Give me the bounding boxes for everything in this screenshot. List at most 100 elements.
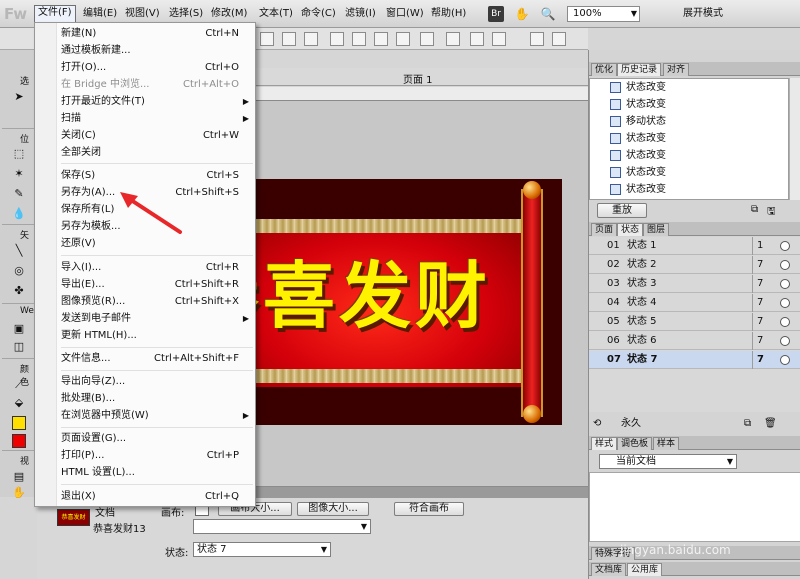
distribute-icon[interactable]	[492, 32, 506, 46]
menu-item-import[interactable]: 导入(I)... Ctrl+R	[57, 259, 255, 276]
page-selector[interactable]: 页面 1	[403, 71, 433, 86]
join-icon[interactable]	[330, 32, 344, 46]
menu-item-export-wizard[interactable]: 导出向导(Z)...	[57, 373, 255, 390]
onion-skin-radio[interactable]	[780, 355, 790, 365]
freeform-tool-icon[interactable]: ✤	[12, 284, 26, 298]
history-item[interactable]: 状态改变	[610, 130, 666, 147]
menu-item-new-from-template[interactable]: 通过模板新建...	[57, 42, 255, 59]
history-item[interactable]: 状态改变	[610, 164, 666, 181]
menu-commands[interactable]: 命令(C)	[298, 6, 339, 22]
hand-tool-icon[interactable]: ✋	[12, 486, 26, 500]
view-mode-icon[interactable]: ▤	[12, 470, 26, 484]
image-size-button[interactable]: 图像大小...	[297, 502, 369, 516]
copy-steps-icon[interactable]: ⧉	[751, 204, 758, 215]
menu-item-send-email[interactable]: 发送到电子邮件 ▶	[57, 310, 255, 327]
marquee-tool-icon[interactable]: ⬚	[12, 147, 26, 161]
menu-item-open[interactable]: 打开(O)... Ctrl+O	[57, 59, 255, 76]
state-row[interactable]: 05 状态 57	[589, 313, 800, 331]
menu-item-html-setup[interactable]: HTML 设置(L)...	[57, 464, 255, 481]
paint-bucket-icon[interactable]: ⬙	[12, 396, 26, 410]
history-item[interactable]: 状态改变	[610, 181, 666, 198]
menu-item-open-recent[interactable]: 打开最近的文件(T) ▶	[57, 93, 255, 110]
menu-item-batch-process[interactable]: 批处理(B)...	[57, 390, 255, 407]
onion-skin-radio[interactable]	[780, 279, 790, 289]
state-row[interactable]: 02 状态 27	[589, 256, 800, 274]
flip-vertical-icon[interactable]	[552, 32, 566, 46]
tab-history[interactable]: 历史记录	[617, 63, 662, 76]
menu-filters[interactable]: 滤镜(I)	[342, 6, 379, 22]
ungroup-icon[interactable]	[304, 32, 318, 46]
history-item[interactable]: 移动状态	[610, 113, 666, 130]
fill-color-swatch[interactable]	[12, 416, 26, 430]
line-tool-icon[interactable]: ╲	[12, 244, 26, 258]
menu-item-close[interactable]: 关闭(C) Ctrl+W	[57, 127, 255, 144]
stroke-color-swatch[interactable]	[12, 434, 26, 448]
replay-button[interactable]: 重放	[597, 203, 647, 218]
menu-item-save[interactable]: 保存(S) Ctrl+S	[57, 167, 255, 184]
tab-samples[interactable]: 样本	[653, 437, 680, 450]
menu-item-exit[interactable]: 退出(X) Ctrl+Q	[57, 488, 255, 505]
menu-item-close-all[interactable]: 全部关闭	[57, 144, 255, 161]
duplicate-state-icon[interactable]: ⧉	[744, 416, 751, 432]
tab-swatches[interactable]: 调色板	[617, 437, 653, 450]
tab-common-library[interactable]: 公用库	[627, 563, 663, 576]
menu-view[interactable]: 视图(V)	[122, 6, 163, 22]
menu-help[interactable]: 帮助(H)	[428, 6, 469, 22]
menu-window[interactable]: 窗口(W)	[383, 6, 427, 22]
print-icon[interactable]	[260, 32, 274, 46]
canvas-option-select[interactable]: ▼	[193, 519, 371, 534]
bring-front-icon[interactable]	[374, 32, 388, 46]
loop-setting[interactable]: ⟲ 永久 ⧉ 🗑	[589, 416, 800, 432]
align-icon[interactable]	[420, 32, 434, 46]
magic-wand-icon[interactable]: ✶	[12, 167, 26, 181]
ellipse-tool-icon[interactable]: ◎	[12, 264, 26, 278]
styles-source-select[interactable]: 当前文档 ▼	[599, 454, 737, 469]
state-row[interactable]: 06 状态 67	[589, 332, 800, 350]
onion-skin-radio[interactable]	[780, 241, 790, 251]
bridge-icon[interactable]: Br	[488, 6, 504, 22]
state-row[interactable]: 01 状态 11	[589, 237, 800, 255]
tab-document-library[interactable]: 文档库	[591, 563, 627, 576]
tab-layers[interactable]: 图层	[643, 223, 670, 236]
hand-icon[interactable]: ✋	[514, 6, 530, 22]
tab-pages[interactable]: 页面	[591, 223, 618, 236]
menu-item-image-preview[interactable]: 图像预览(R)... Ctrl+Shift+X	[57, 293, 255, 310]
align-left-icon[interactable]	[470, 32, 484, 46]
split-icon[interactable]	[352, 32, 366, 46]
tab-styles[interactable]: 样式	[591, 437, 618, 450]
menu-file[interactable]: 文件(F)	[34, 5, 76, 23]
send-back-icon[interactable]	[396, 32, 410, 46]
state-row[interactable]: 03 状态 37	[589, 275, 800, 293]
onion-skin-radio[interactable]	[780, 336, 790, 346]
menu-item-browse-bridge[interactable]: 在 Bridge 中浏览... Ctrl+Alt+O	[57, 76, 255, 93]
menu-modify[interactable]: 修改(M)	[208, 6, 250, 22]
brush-tool-icon[interactable]: ✎	[12, 187, 26, 201]
flip-horizontal-icon[interactable]	[530, 32, 544, 46]
tab-optimize[interactable]: 优化	[591, 63, 618, 76]
pointer-tool-icon[interactable]: ➤	[12, 90, 26, 104]
menu-item-preview-browser[interactable]: 在浏览器中预览(W) ▶	[57, 407, 255, 424]
history-item[interactable]: 状态改变	[610, 79, 666, 96]
menu-edit[interactable]: 编辑(E)	[80, 6, 120, 22]
history-scrollbar[interactable]	[789, 78, 800, 200]
hotspot-tool-icon[interactable]: ▣	[12, 322, 26, 336]
tab-align[interactable]: 对齐	[663, 63, 690, 76]
menu-item-update-html[interactable]: 更新 HTML(H)...	[57, 327, 255, 344]
menu-item-scan[interactable]: 扫描 ▶	[57, 110, 255, 127]
group-icon[interactable]	[282, 32, 296, 46]
fit-canvas-button[interactable]: 符合画布	[394, 502, 464, 516]
tab-states[interactable]: 状态	[617, 223, 644, 236]
menu-item-export[interactable]: 导出(E)... Ctrl+Shift+R	[57, 276, 255, 293]
delete-state-icon[interactable]: 🗑	[764, 416, 777, 432]
history-item[interactable]: 状态改变	[610, 96, 666, 113]
zoom-select[interactable]: 100% ▼	[567, 6, 640, 22]
onion-skin-radio[interactable]	[780, 298, 790, 308]
blur-tool-icon[interactable]: 💧	[12, 207, 26, 221]
eyedropper-icon[interactable]: ⟋	[12, 378, 26, 392]
workspace-mode[interactable]: 展开模式	[683, 6, 723, 22]
menu-text[interactable]: 文本(T)	[256, 6, 296, 22]
rotate-icon[interactable]	[446, 32, 460, 46]
state-select[interactable]: 状态 7 ▼	[193, 542, 331, 557]
document-canvas[interactable]: 恭喜发财	[255, 179, 562, 425]
state-row-selected[interactable]: 07 状态 77	[589, 351, 800, 369]
